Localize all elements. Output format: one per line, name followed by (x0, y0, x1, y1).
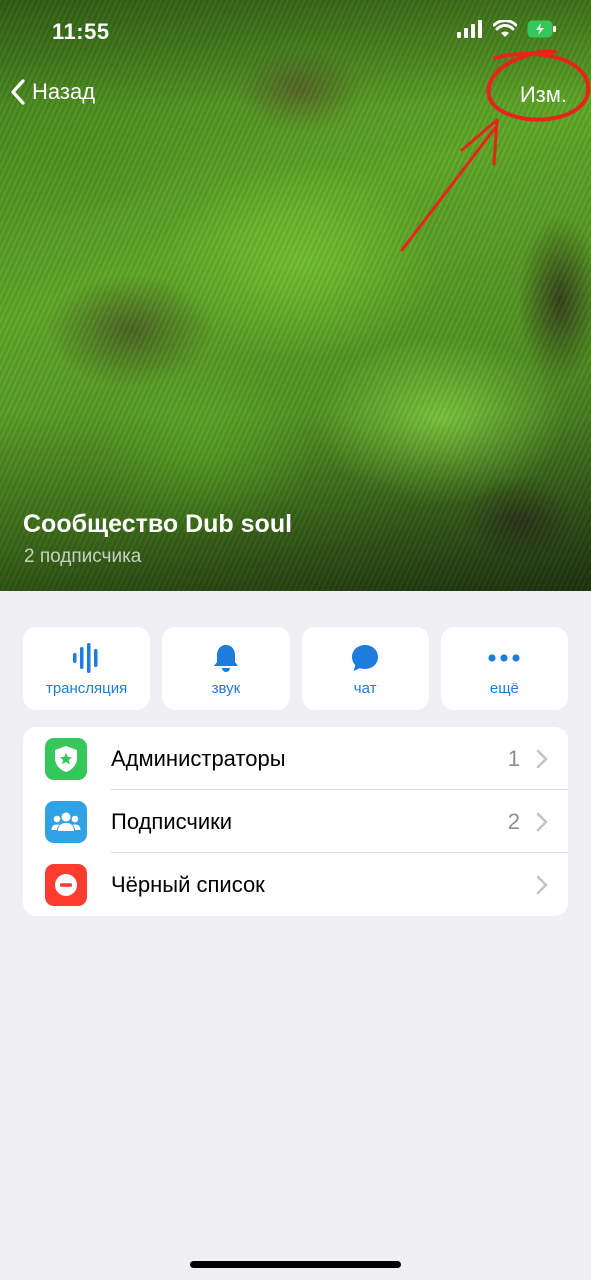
sound-label: звук (211, 679, 241, 697)
back-label: Назад (32, 79, 96, 104)
bell-icon (213, 644, 238, 672)
wifi-icon (493, 20, 517, 37)
channel-title: Сообщество Dub soul (23, 510, 293, 538)
list-item-blacklist[interactable]: Чёрный список (23, 853, 568, 916)
more-button[interactable]: ещё (440, 627, 568, 710)
status-time: 11:55 (52, 19, 110, 44)
chat-button[interactable]: чат (301, 627, 429, 710)
live-stream-label: трансляция (45, 679, 128, 697)
home-indicator[interactable] (190, 1261, 401, 1268)
administrators-count: 1 (507, 746, 520, 771)
chat-bubble-icon (352, 644, 379, 671)
subscribers-group-icon (51, 812, 81, 831)
status-icons (457, 20, 557, 38)
cellular-signal-icon (457, 20, 482, 38)
admin-tile (45, 738, 87, 780)
subscribers-count: 2 (507, 809, 520, 834)
list-item-administrators[interactable]: Администраторы 1 (23, 727, 568, 790)
action-buttons: трансляция звук чат ещё (23, 627, 568, 710)
chevron-right-icon (536, 812, 548, 832)
blacklist-tile (45, 864, 87, 906)
sound-button[interactable]: звук (162, 627, 290, 710)
live-stream-icon (72, 642, 98, 673)
subscribers-label: Подписчики (111, 809, 233, 834)
more-label: ещё (489, 679, 519, 697)
navigation-bar: Назад Изм. (0, 66, 591, 122)
status-bar: 11:55 (0, 0, 591, 64)
subscriber-count: 2 подписчика (24, 546, 142, 567)
chat-label: чат (353, 679, 377, 697)
back-button[interactable]: Назад (10, 78, 95, 106)
blacklist-label: Чёрный список (111, 872, 265, 897)
chevron-right-icon (536, 875, 548, 895)
blocked-minus-icon (55, 874, 77, 896)
battery-charging-icon (527, 20, 556, 38)
more-dots-icon (488, 653, 520, 662)
chevron-right-icon (536, 749, 548, 769)
administrators-label: Администраторы (111, 746, 286, 771)
live-stream-button[interactable]: трансляция (23, 627, 151, 710)
channel-settings-list: Администраторы 1 Подписчики 2 Чёрный спи… (23, 727, 568, 916)
list-item-subscribers[interactable]: Подписчики 2 (23, 790, 568, 853)
admin-shield-icon (55, 746, 77, 772)
chevron-left-icon (11, 79, 25, 105)
subscribers-tile (45, 801, 87, 843)
edit-button[interactable]: Изм. (520, 82, 567, 108)
